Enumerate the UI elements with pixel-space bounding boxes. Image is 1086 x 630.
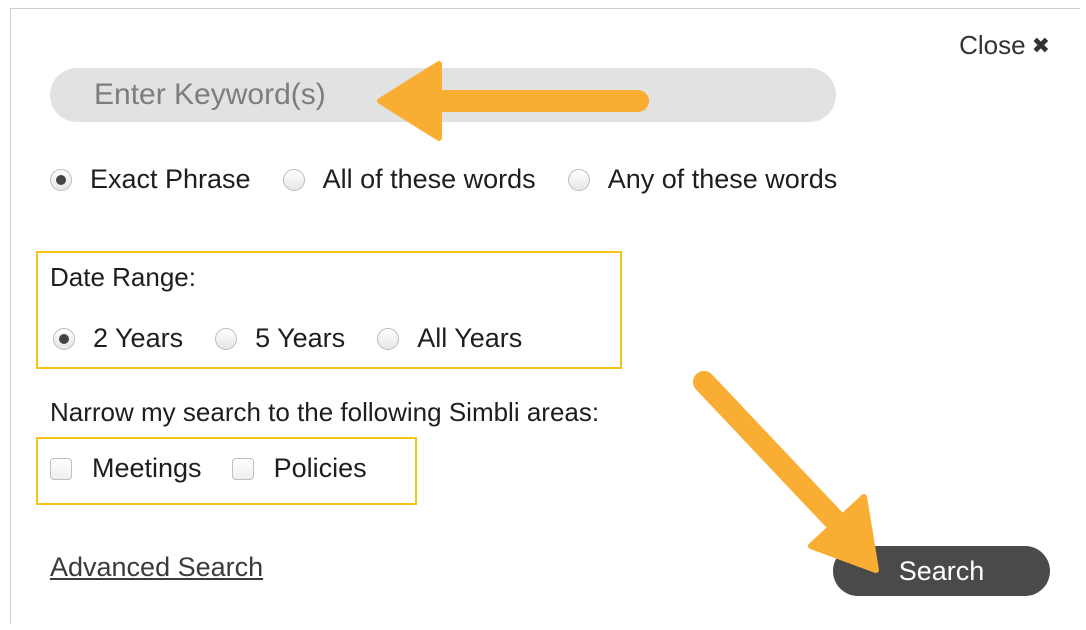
close-icon: ✖ xyxy=(1031,32,1050,58)
checkbox[interactable] xyxy=(231,457,254,480)
advanced-search-link[interactable]: Advanced Search xyxy=(50,552,263,583)
radio-exact-phrase[interactable]: Exact Phrase xyxy=(50,164,251,195)
radio-label: All Years xyxy=(417,323,523,353)
radio-5-years[interactable]: 5 Years xyxy=(215,323,345,354)
radio-button-checked[interactable] xyxy=(50,168,72,191)
checkbox[interactable] xyxy=(50,457,72,480)
radio-label: All of these words xyxy=(322,164,536,194)
radio-button[interactable] xyxy=(567,168,590,191)
radio-label: 2 Years xyxy=(93,323,184,353)
radio-label: Any of these words xyxy=(607,164,838,194)
date-range-label: Date Range: xyxy=(50,262,196,292)
checkbox-meetings[interactable]: Meetings xyxy=(50,453,202,484)
date-range-group: 2 Years 5 Years All Years xyxy=(53,323,522,354)
radio-any-words[interactable]: Any of these words xyxy=(567,164,838,195)
close-label: Close xyxy=(959,30,1026,60)
match-mode-group: Exact Phrase All of these words Any of t… xyxy=(50,164,837,195)
search-button[interactable]: Search xyxy=(833,546,1050,596)
radio-2-years[interactable]: 2 Years xyxy=(53,323,183,354)
narrow-areas-label: Narrow my search to the following Simbli… xyxy=(50,397,600,427)
checkbox-label: Policies xyxy=(273,453,367,483)
close-button[interactable]: Close ✖ xyxy=(959,30,1050,61)
radio-label: 5 Years xyxy=(255,323,346,353)
checkbox-policies[interactable]: Policies xyxy=(231,453,367,484)
radio-all-words[interactable]: All of these words xyxy=(282,164,536,195)
radio-button[interactable] xyxy=(377,327,400,350)
radio-all-years[interactable]: All Years xyxy=(377,323,522,354)
radio-button-checked[interactable] xyxy=(53,327,75,350)
radio-label: Exact Phrase xyxy=(90,164,251,194)
checkbox-label: Meetings xyxy=(92,453,202,483)
radio-button[interactable] xyxy=(215,327,238,350)
areas-checkbox-group: Meetings Policies xyxy=(50,453,367,484)
radio-button[interactable] xyxy=(282,168,305,191)
keyword-search-input[interactable] xyxy=(50,68,836,122)
